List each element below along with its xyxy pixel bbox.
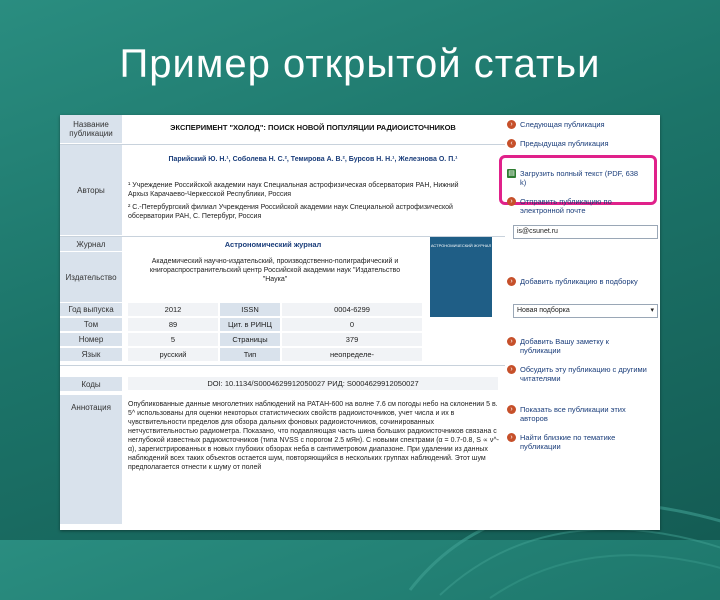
pages-value: 379 <box>282 333 422 346</box>
add-to-collection-link[interactable]: › Добавить публикацию в подборку <box>507 277 647 286</box>
pages-label: Страницы <box>220 333 280 346</box>
authors-line[interactable]: Парийский Ю. Н.¹, Соболева Н. С.², Темир… <box>128 155 498 164</box>
year-value: 2012 <box>128 303 218 316</box>
next-publication-label: Следующая публикация <box>520 120 605 129</box>
article-screenshot: Название публикации ЭКСПЕРИМЕНТ "ХОЛОД":… <box>60 115 660 530</box>
article-title: ЭКСПЕРИМЕНТ "ХОЛОД": ПОИСК НОВОЙ ПОПУЛЯЦ… <box>170 123 456 132</box>
sidebar: › Следующая публикация ‹ Предыдущая публ… <box>499 115 660 530</box>
label-number: Номер <box>60 333 122 347</box>
volume-value: 89 <box>128 318 218 331</box>
arrow-left-icon: ‹ <box>507 139 516 148</box>
journal-name[interactable]: Астрономический журнал <box>128 240 418 249</box>
author-publications-label: Показать все публикации этих авторов <box>520 405 626 423</box>
author-publications-link[interactable]: › Показать все публикации этих авторов <box>507 405 647 423</box>
label-volume: Том <box>60 318 122 332</box>
publisher-name: Академический научно-издательский, произ… <box>149 258 401 283</box>
add-note-label: Добавить Вашу заметку к публикации <box>520 337 609 355</box>
label-authors: Авторы <box>60 145 122 236</box>
label-language: Язык <box>60 348 122 362</box>
issn-value: 0004-6299 <box>282 303 422 316</box>
email-publication-label: Отправить публикацию по электронной почт… <box>520 197 612 215</box>
search-icon: › <box>507 433 516 442</box>
cover-title: АСТРОНОМИЧЕСКИЙ ЖУРНАЛ <box>430 243 492 248</box>
label-year: Год выпуска <box>60 303 122 317</box>
authors-icon: › <box>507 405 516 414</box>
note-icon: › <box>507 337 516 346</box>
citations-label: Цит. в РИНЦ <box>220 318 280 331</box>
article-panel: Название публикации ЭКСПЕРИМЕНТ "ХОЛОД":… <box>60 115 505 530</box>
collection-select-value: Новая подборка <box>517 307 570 314</box>
discuss-link[interactable]: › Обсудить эту публикацию с другими чита… <box>507 365 647 383</box>
label-codes: Коды <box>60 377 122 392</box>
similar-publications-label: Найти близкие по тематике публикации <box>520 433 616 451</box>
codes-value: DOI: 10.1134/S0004629912050027 РИД: S000… <box>128 377 498 390</box>
email-input[interactable]: is@csunet.ru <box>513 225 658 239</box>
add-note-link[interactable]: › Добавить Вашу заметку к публикации <box>507 337 647 355</box>
label-publisher: Издательство <box>60 252 122 303</box>
previous-publication-link[interactable]: ‹ Предыдущая публикация <box>507 139 609 148</box>
affiliation-1: ¹ Учреждение Российской академии наук Сп… <box>128 182 459 198</box>
label-journal: Журнал <box>60 237 122 252</box>
slide-title: Пример открытой статьи <box>119 42 601 86</box>
issn-label: ISSN <box>220 303 280 316</box>
collection-select[interactable]: Новая подборка ▾ <box>513 304 658 318</box>
plus-icon: › <box>507 277 516 286</box>
discuss-label: Обсудить эту публикацию с другими читате… <box>520 365 647 383</box>
next-publication-link[interactable]: › Следующая публикация <box>507 120 605 129</box>
chevron-down-icon: ▾ <box>650 307 654 314</box>
arrow-right-icon: › <box>507 120 516 129</box>
number-value: 5 <box>128 333 218 346</box>
journal-cover-image: АСТРОНОМИЧЕСКИЙ ЖУРНАЛ <box>430 237 492 317</box>
abstract-text: Опубликованные данные многолетних наблюд… <box>128 401 499 471</box>
type-value: неопределе- <box>282 348 422 361</box>
label-pub-name: Название публикации <box>60 115 122 144</box>
affiliation-2: ² С.-Петербургский филиал Учреждения Рос… <box>128 204 453 220</box>
citations-value: 0 <box>282 318 422 331</box>
previous-publication-label: Предыдущая публикация <box>520 139 609 148</box>
similar-publications-link[interactable]: › Найти близкие по тематике публикации <box>507 433 647 451</box>
add-to-collection-label: Добавить публикацию в подборку <box>520 277 638 286</box>
envelope-icon: › <box>507 197 516 206</box>
label-abstract: Аннотация <box>60 395 122 525</box>
type-label: Тип <box>220 348 280 361</box>
language-value: русский <box>128 348 218 361</box>
discuss-icon: › <box>507 365 516 374</box>
email-publication-link[interactable]: › Отправить публикацию по электронной по… <box>507 197 647 215</box>
